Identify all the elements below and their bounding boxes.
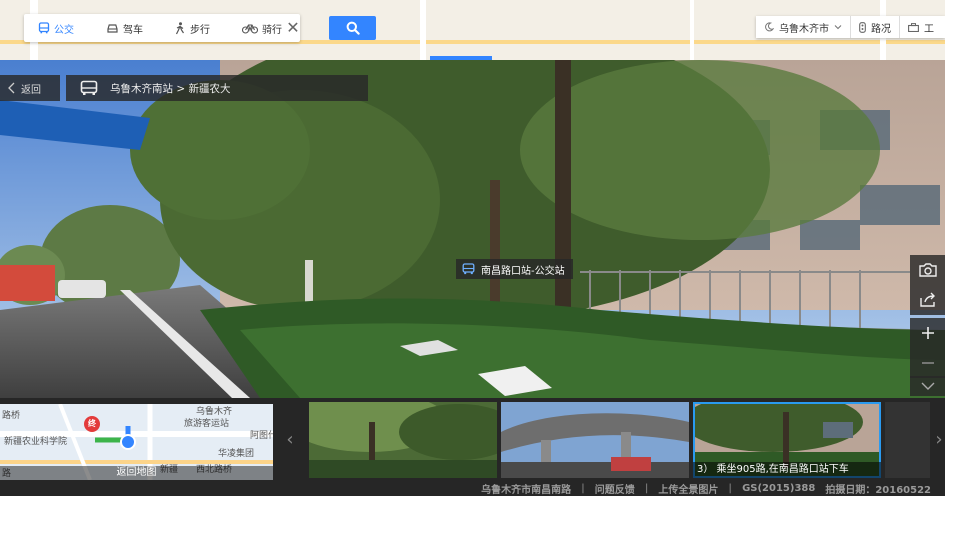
city-name: 乌鲁木齐市 [779, 23, 829, 35]
thumbnail-2[interactable] [501, 402, 689, 478]
toolbox-icon [908, 22, 919, 32]
bus-icon [462, 263, 475, 275]
end-marker: 终 [88, 419, 96, 428]
traffic-light-icon [859, 21, 866, 33]
panorama-view[interactable] [0, 60, 945, 398]
bike-icon [242, 24, 258, 34]
thumbnail-image [309, 402, 497, 478]
footer-separator: | [581, 482, 585, 494]
camera-icon [919, 263, 937, 277]
route-bar: 乌鲁木齐南站 > 新疆农大 [66, 75, 368, 101]
close-icon[interactable]: ✕ [282, 17, 304, 39]
chevron-down-icon [921, 382, 935, 390]
route-text: 乌鲁木齐南站 > 新疆农大 [110, 82, 231, 95]
footer-address: 乌鲁木齐市南昌南路 [481, 484, 572, 496]
footer-separator: | [728, 482, 733, 494]
back-button[interactable]: 返回 [0, 75, 60, 101]
license-number: GS(2015)388 [742, 482, 816, 494]
collapse-button[interactable] [910, 376, 945, 396]
thumbnail-1[interactable] [309, 402, 497, 478]
thumbnail-prev-arrow[interactable]: ‹ [283, 420, 297, 460]
map-toolbar: 乌鲁木齐市 路况 工 [756, 16, 945, 38]
tab-drive[interactable]: 驾车 [106, 14, 143, 42]
map-label: 阿图什 [250, 431, 273, 441]
bus-stop-name: 南昌路口站-公交站 [481, 265, 565, 277]
map-label: 路桥 [2, 411, 21, 421]
tab-bus-label: 公交 [54, 24, 74, 36]
tools-label: 工 [924, 23, 934, 35]
tab-walk[interactable]: 步行 [174, 14, 210, 42]
screenshot-button[interactable] [910, 255, 945, 285]
transport-mode-tabs: 公交 驾车 步行 骑行 [24, 14, 300, 42]
chevron-down-icon [834, 25, 842, 30]
tab-walk-label: 步行 [190, 24, 210, 36]
search-button[interactable] [329, 16, 376, 40]
map-label: 华凌集团 [218, 449, 255, 459]
search-icon [346, 21, 360, 35]
street-view-app: 公交 驾车 步行 骑行 ✕ 乌鲁木齐市 路况 工 返回 乌鲁木齐南站 > 新疆农… [0, 0, 945, 496]
car-icon [107, 24, 118, 33]
city-selector[interactable]: 乌鲁木齐市 [756, 16, 851, 38]
traffic-button[interactable]: 路况 [851, 16, 900, 38]
walk-icon [175, 21, 184, 34]
bus-icon [38, 22, 50, 34]
bus-stop-label[interactable]: 南昌路口站-公交站 [456, 259, 573, 279]
tab-drive-label: 驾车 [123, 24, 143, 36]
upload-panorama-link[interactable]: 上传全景图片 [658, 481, 718, 496]
street-scene-image [0, 60, 945, 398]
bus-icon [80, 80, 98, 95]
map-label: 旅游客运站 [184, 419, 230, 429]
feedback-link[interactable]: 问题反馈 [595, 481, 635, 496]
capture-date: 拍摄日期：20160522 [825, 484, 931, 496]
back-label: 返回 [21, 84, 41, 96]
share-button[interactable] [910, 285, 945, 315]
back-to-map-button[interactable]: 返回地图 [0, 466, 273, 480]
zoom-out-button[interactable] [910, 348, 945, 378]
footer-separator: | [644, 482, 649, 494]
chevron-left-icon [8, 82, 15, 94]
minus-icon [922, 362, 934, 364]
thumbnail-image [501, 402, 689, 478]
moon-icon [765, 22, 774, 32]
thumbnail-3[interactable]: 3） 乘坐905路,在南昌路口站下车 [693, 402, 881, 478]
share-icon [920, 292, 935, 307]
thumbnail-caption: 3） 乘坐905路,在南昌路口站下车 [693, 462, 881, 478]
map-label: 新疆农业科学院 [4, 437, 68, 447]
tab-bus[interactable]: 公交 [38, 14, 74, 42]
footer-bar: 乌鲁木齐市南昌南路 | 问题反馈 | 上传全景图片 | GS(2015)388 … [0, 480, 945, 496]
tools-button[interactable]: 工 [900, 16, 942, 38]
plus-icon [922, 327, 934, 339]
traffic-label: 路况 [871, 23, 891, 35]
mini-map[interactable]: 终 乌鲁木齐 旅游客运站 新疆农业科学院 华凌集团 新疆 西北路桥 路桥 阿图什… [0, 404, 273, 480]
thumbnail-next-arrow[interactable]: › [932, 420, 945, 460]
thumbnail-4[interactable] [885, 402, 930, 478]
tab-bike[interactable]: 骑行 [242, 14, 282, 42]
tab-bike-label: 骑行 [262, 24, 282, 36]
zoom-in-button[interactable] [910, 318, 945, 348]
